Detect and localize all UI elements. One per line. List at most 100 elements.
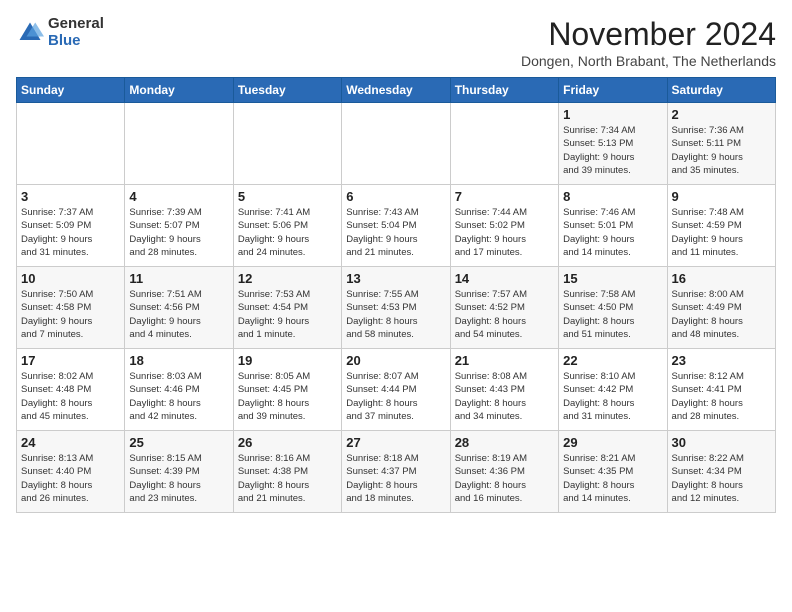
day-number: 12 — [238, 271, 337, 286]
day-cell: 4 Sunrise: 7:39 AM Sunset: 5:07 PM Daylig… — [125, 185, 233, 267]
col-header-tuesday: Tuesday — [233, 78, 341, 103]
col-header-friday: Friday — [559, 78, 667, 103]
day-number: 8 — [563, 189, 662, 204]
title-block: November 2024 Dongen, North Brabant, The… — [521, 16, 776, 69]
day-info: Sunrise: 7:36 AM Sunset: 5:11 PM Dayligh… — [672, 124, 771, 177]
day-info: Sunrise: 8:08 AM Sunset: 4:43 PM Dayligh… — [455, 370, 554, 423]
day-number: 4 — [129, 189, 228, 204]
day-number: 27 — [346, 435, 445, 450]
day-cell: 18 Sunrise: 8:03 AM Sunset: 4:46 PM Dayli… — [125, 349, 233, 431]
col-header-monday: Monday — [125, 78, 233, 103]
day-number: 19 — [238, 353, 337, 368]
day-info: Sunrise: 8:22 AM Sunset: 4:34 PM Dayligh… — [672, 452, 771, 505]
day-cell — [450, 103, 558, 185]
day-number: 7 — [455, 189, 554, 204]
day-cell: 15 Sunrise: 7:58 AM Sunset: 4:50 PM Dayli… — [559, 267, 667, 349]
day-info: Sunrise: 7:41 AM Sunset: 5:06 PM Dayligh… — [238, 206, 337, 259]
week-row-1: 1Sunrise: 7:34 AM Sunset: 5:13 PM Daylig… — [17, 103, 776, 185]
day-info: Sunrise: 7:48 AM Sunset: 4:59 PM Dayligh… — [672, 206, 771, 259]
day-info: Sunrise: 8:07 AM Sunset: 4:44 PM Dayligh… — [346, 370, 445, 423]
col-header-wednesday: Wednesday — [342, 78, 450, 103]
day-cell — [125, 103, 233, 185]
day-cell: 23Sunrise: 8:12 AM Sunset: 4:41 PM Dayli… — [667, 349, 775, 431]
day-cell: 26Sunrise: 8:16 AM Sunset: 4:38 PM Dayli… — [233, 431, 341, 513]
day-info: Sunrise: 8:18 AM Sunset: 4:37 PM Dayligh… — [346, 452, 445, 505]
day-cell: 9 Sunrise: 7:48 AM Sunset: 4:59 PM Daylig… — [667, 185, 775, 267]
day-info: Sunrise: 8:05 AM Sunset: 4:45 PM Dayligh… — [238, 370, 337, 423]
day-cell: 24Sunrise: 8:13 AM Sunset: 4:40 PM Dayli… — [17, 431, 125, 513]
day-number: 23 — [672, 353, 771, 368]
day-cell: 22Sunrise: 8:10 AM Sunset: 4:42 PM Dayli… — [559, 349, 667, 431]
day-cell: 13 Sunrise: 7:55 AM Sunset: 4:53 PM Dayli… — [342, 267, 450, 349]
day-info: Sunrise: 7:57 AM Sunset: 4:52 PM Dayligh… — [455, 288, 554, 341]
day-info: Sunrise: 7:50 AM Sunset: 4:58 PM Dayligh… — [21, 288, 120, 341]
day-cell: 29 Sunrise: 8:21 AM Sunset: 4:35 PM Dayli… — [559, 431, 667, 513]
day-cell — [233, 103, 341, 185]
day-cell: 12Sunrise: 7:53 AM Sunset: 4:54 PM Dayli… — [233, 267, 341, 349]
day-cell: 11Sunrise: 7:51 AM Sunset: 4:56 PM Dayli… — [125, 267, 233, 349]
logo-text: General Blue — [48, 16, 104, 49]
calendar-header-row: SundayMondayTuesdayWednesdayThursdayFrid… — [17, 78, 776, 103]
logo-icon — [16, 19, 44, 47]
day-cell: 20Sunrise: 8:07 AM Sunset: 4:44 PM Dayli… — [342, 349, 450, 431]
day-info: Sunrise: 7:34 AM Sunset: 5:13 PM Dayligh… — [563, 124, 662, 177]
day-cell: 2Sunrise: 7:36 AM Sunset: 5:11 PM Daylig… — [667, 103, 775, 185]
day-info: Sunrise: 8:13 AM Sunset: 4:40 PM Dayligh… — [21, 452, 120, 505]
day-number: 17 — [21, 353, 120, 368]
logo-general: General — [48, 16, 104, 33]
day-cell: 19 Sunrise: 8:05 AM Sunset: 4:45 PM Dayli… — [233, 349, 341, 431]
day-info: Sunrise: 8:21 AM Sunset: 4:35 PM Dayligh… — [563, 452, 662, 505]
day-info: Sunrise: 7:37 AM Sunset: 5:09 PM Dayligh… — [21, 206, 120, 259]
day-number: 18 — [129, 353, 228, 368]
day-cell: 17 Sunrise: 8:02 AM Sunset: 4:48 PM Dayli… — [17, 349, 125, 431]
day-number: 16 — [672, 271, 771, 286]
day-number: 26 — [238, 435, 337, 450]
day-number: 30 — [672, 435, 771, 450]
day-number: 15 — [563, 271, 662, 286]
day-info: Sunrise: 7:44 AM Sunset: 5:02 PM Dayligh… — [455, 206, 554, 259]
day-info: Sunrise: 8:02 AM Sunset: 4:48 PM Dayligh… — [21, 370, 120, 423]
col-header-saturday: Saturday — [667, 78, 775, 103]
day-cell: 14Sunrise: 7:57 AM Sunset: 4:52 PM Dayli… — [450, 267, 558, 349]
day-cell: 27 Sunrise: 8:18 AM Sunset: 4:37 PM Dayli… — [342, 431, 450, 513]
day-number: 3 — [21, 189, 120, 204]
day-number: 25 — [129, 435, 228, 450]
day-cell: 7 Sunrise: 7:44 AM Sunset: 5:02 PM Daylig… — [450, 185, 558, 267]
page: General Blue November 2024 Dongen, North… — [0, 0, 792, 523]
day-number: 9 — [672, 189, 771, 204]
day-number: 29 — [563, 435, 662, 450]
day-info: Sunrise: 8:00 AM Sunset: 4:49 PM Dayligh… — [672, 288, 771, 341]
week-row-2: 3 Sunrise: 7:37 AM Sunset: 5:09 PM Daylig… — [17, 185, 776, 267]
day-cell: 28 Sunrise: 8:19 AM Sunset: 4:36 PM Dayli… — [450, 431, 558, 513]
day-info: Sunrise: 7:55 AM Sunset: 4:53 PM Dayligh… — [346, 288, 445, 341]
day-cell — [17, 103, 125, 185]
day-info: Sunrise: 7:39 AM Sunset: 5:07 PM Dayligh… — [129, 206, 228, 259]
day-number: 10 — [21, 271, 120, 286]
header: General Blue November 2024 Dongen, North… — [16, 16, 776, 69]
day-number: 6 — [346, 189, 445, 204]
day-info: Sunrise: 8:15 AM Sunset: 4:39 PM Dayligh… — [129, 452, 228, 505]
calendar-table: SundayMondayTuesdayWednesdayThursdayFrid… — [16, 77, 776, 513]
day-cell — [342, 103, 450, 185]
day-number: 11 — [129, 271, 228, 286]
month-title: November 2024 — [521, 16, 776, 53]
day-cell: 3 Sunrise: 7:37 AM Sunset: 5:09 PM Daylig… — [17, 185, 125, 267]
day-number: 13 — [346, 271, 445, 286]
logo-blue: Blue — [48, 33, 104, 50]
week-row-3: 10 Sunrise: 7:50 AM Sunset: 4:58 PM Dayli… — [17, 267, 776, 349]
day-number: 28 — [455, 435, 554, 450]
day-number: 21 — [455, 353, 554, 368]
week-row-4: 17 Sunrise: 8:02 AM Sunset: 4:48 PM Dayli… — [17, 349, 776, 431]
day-cell: 6Sunrise: 7:43 AM Sunset: 5:04 PM Daylig… — [342, 185, 450, 267]
logo: General Blue — [16, 16, 104, 49]
day-info: Sunrise: 8:19 AM Sunset: 4:36 PM Dayligh… — [455, 452, 554, 505]
day-info: Sunrise: 7:58 AM Sunset: 4:50 PM Dayligh… — [563, 288, 662, 341]
day-info: Sunrise: 8:10 AM Sunset: 4:42 PM Dayligh… — [563, 370, 662, 423]
day-info: Sunrise: 7:46 AM Sunset: 5:01 PM Dayligh… — [563, 206, 662, 259]
day-cell: 5Sunrise: 7:41 AM Sunset: 5:06 PM Daylig… — [233, 185, 341, 267]
day-info: Sunrise: 8:03 AM Sunset: 4:46 PM Dayligh… — [129, 370, 228, 423]
day-cell: 16 Sunrise: 8:00 AM Sunset: 4:49 PM Dayli… — [667, 267, 775, 349]
day-cell: 10 Sunrise: 7:50 AM Sunset: 4:58 PM Dayli… — [17, 267, 125, 349]
col-header-sunday: Sunday — [17, 78, 125, 103]
day-cell: 30 Sunrise: 8:22 AM Sunset: 4:34 PM Dayli… — [667, 431, 775, 513]
